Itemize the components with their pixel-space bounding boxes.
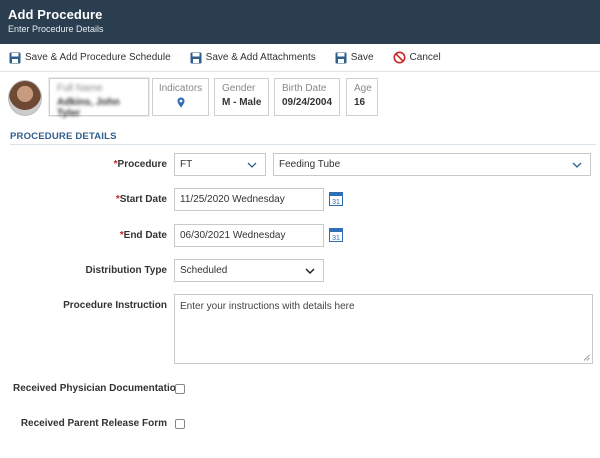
procedure-name-select[interactable]: Feeding Tube	[273, 153, 591, 176]
procedure-code-value: FT	[180, 159, 193, 170]
age-card: Age 16	[346, 78, 378, 116]
avatar	[8, 80, 42, 116]
procedure-name-value: Feeding Tube	[279, 159, 341, 170]
save-label: Save	[350, 52, 374, 63]
patient-name-value: Adkins, John Tyler	[57, 97, 120, 119]
no-entry-icon	[393, 51, 406, 64]
calendar-icon[interactable]: 31	[329, 227, 343, 242]
start-date-input[interactable]: 11/25/2020 Wednesday	[174, 188, 324, 211]
page-subtitle: Enter Procedure Details	[8, 24, 104, 34]
parent-release-form-label: Received Parent Release Form	[20, 418, 167, 429]
page-title: Add Procedure	[8, 7, 103, 22]
calendar-day-label: 31	[332, 235, 340, 242]
map-pin-icon	[177, 97, 184, 108]
end-date-input[interactable]: 06/30/2021 Wednesday	[174, 224, 324, 247]
physician-documentation-label: Received Physician Documentation	[13, 383, 182, 394]
patient-name-label: Full Name	[57, 83, 103, 94]
indicators-card: Indicators	[152, 78, 209, 116]
distribution-type-select[interactable]: Scheduled	[174, 259, 324, 282]
start-date-value: 11/25/2020 Wednesday	[180, 194, 285, 205]
distribution-type-value: Scheduled	[180, 265, 228, 276]
toolbar: Save & Add Procedure Schedule Save & Add…	[0, 44, 600, 72]
section-divider	[10, 144, 596, 145]
save-add-attachments-button[interactable]: Save & Add Attachments	[190, 52, 316, 64]
age-value: 16	[354, 97, 366, 108]
floppy-disk-icon	[190, 52, 202, 63]
floppy-disk-icon	[335, 52, 347, 63]
birth-date-value: 09/24/2004	[282, 97, 333, 108]
section-title: PROCEDURE DETAILS	[10, 131, 117, 142]
cancel-button[interactable]: Cancel	[393, 51, 441, 64]
procedure-instruction-textarea[interactable]: Enter your instructions with details her…	[174, 294, 593, 364]
procedure-code-select[interactable]: FT	[174, 153, 266, 176]
floppy-disk-icon	[9, 52, 21, 63]
end-date-label: *End Date	[119, 230, 167, 241]
end-date-value: 06/30/2021 Wednesday	[180, 230, 286, 241]
resize-handle-icon[interactable]	[583, 354, 590, 361]
patient-name-card: Full Name Adkins, John Tyler	[49, 78, 149, 119]
distribution-type-label: Distribution Type	[85, 265, 167, 276]
indicators-label: Indicators	[158, 83, 203, 94]
age-label: Age	[354, 83, 372, 94]
patient-banner: Full Name Adkins, John Tyler Indicators …	[0, 78, 600, 120]
start-date-label: *Start Date	[115, 194, 167, 205]
physician-documentation-checkbox[interactable]	[175, 384, 185, 394]
save-add-attachments-label: Save & Add Attachments	[205, 52, 316, 63]
gender-value: M - Male	[222, 97, 262, 108]
chevron-down-icon	[572, 162, 582, 168]
gender-card: Gender M - Male	[214, 78, 269, 116]
chevron-down-icon	[305, 268, 315, 275]
birth-date-label: Birth Date	[282, 83, 327, 94]
procedure-label: *Procedure	[113, 159, 167, 170]
calendar-icon[interactable]: 31	[329, 191, 343, 206]
chevron-down-icon	[247, 162, 257, 168]
indicators-value[interactable]	[153, 97, 208, 111]
gender-label: Gender	[222, 83, 256, 94]
procedure-instruction-label: Procedure Instruction	[63, 300, 167, 311]
cancel-label: Cancel	[409, 52, 441, 63]
save-add-schedule-button[interactable]: Save & Add Procedure Schedule	[9, 52, 171, 64]
calendar-day-label: 31	[332, 199, 340, 206]
parent-release-form-checkbox[interactable]	[175, 419, 185, 429]
birth-date-card: Birth Date 09/24/2004	[274, 78, 340, 116]
save-button[interactable]: Save	[335, 52, 374, 64]
save-add-schedule-label: Save & Add Procedure Schedule	[25, 52, 171, 63]
page-header: Add Procedure Enter Procedure Details	[0, 0, 600, 44]
procedure-instruction-placeholder: Enter your instructions with details her…	[180, 301, 355, 312]
